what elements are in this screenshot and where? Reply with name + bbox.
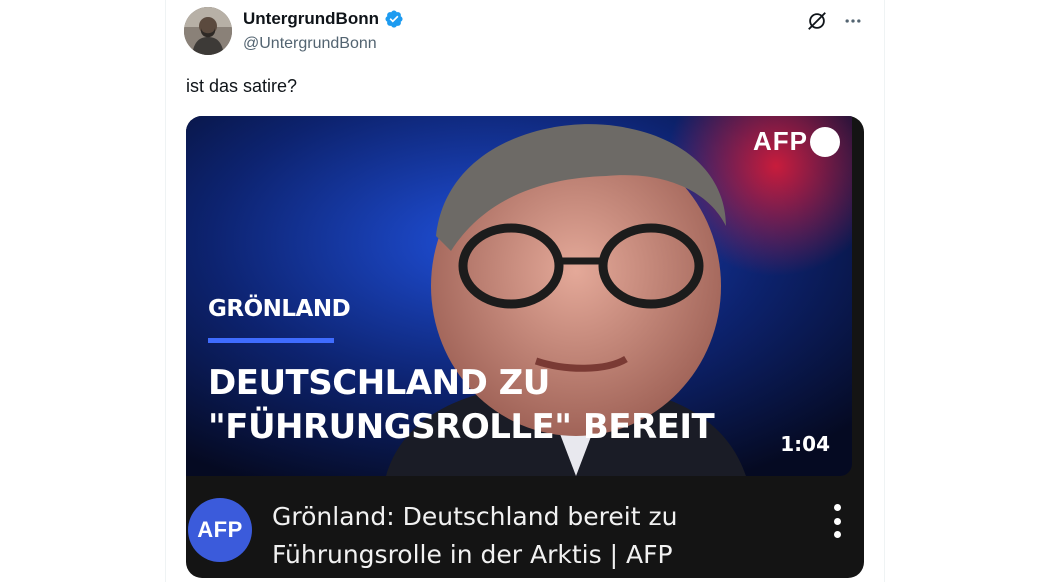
author-avatar[interactable] bbox=[184, 7, 232, 55]
tweet-text: ist das satire? bbox=[186, 76, 298, 96]
channel-avatar[interactable]: AFP bbox=[188, 498, 252, 562]
grok-icon[interactable] bbox=[806, 10, 828, 32]
tweet-top-actions bbox=[806, 10, 864, 32]
avatar-image bbox=[184, 7, 232, 55]
author-handle[interactable]: @UntergrundBonn bbox=[243, 35, 404, 53]
tweet-media[interactable]: AFP GRÖNLAND DEUTSCHLAND ZU "FÜHRUNGSROL… bbox=[186, 116, 864, 578]
author-block: UntergrundBonn @UntergrundBonn bbox=[243, 9, 404, 53]
tweet-card[interactable]: UntergrundBonn @UntergrundBonn ist das s… bbox=[165, 0, 885, 582]
afp-logo-text: AFP bbox=[753, 126, 808, 156]
video-title[interactable]: Grönland: Deutschland bereit zu Führungs… bbox=[272, 498, 792, 574]
verified-badge-icon[interactable] bbox=[384, 9, 404, 29]
more-vertical-icon[interactable] bbox=[832, 504, 842, 538]
video-thumbnail[interactable]: AFP GRÖNLAND DEUTSCHLAND ZU "FÜHRUNGSROL… bbox=[186, 116, 852, 476]
video-kicker: GRÖNLAND bbox=[208, 296, 351, 322]
more-horizontal-icon[interactable] bbox=[842, 10, 864, 32]
video-headline: DEUTSCHLAND ZU "FÜHRUNGSROLLE" BEREIT bbox=[208, 363, 715, 447]
afp-logo-dot bbox=[810, 126, 840, 157]
video-duration: 1:04 bbox=[780, 432, 830, 456]
kicker-underline bbox=[208, 338, 334, 343]
video-info-bar: AFP Grönland: Deutschland bereit zu Führ… bbox=[186, 476, 864, 578]
author-display-name[interactable]: UntergrundBonn bbox=[243, 9, 379, 29]
afp-logo: AFP bbox=[753, 126, 840, 157]
